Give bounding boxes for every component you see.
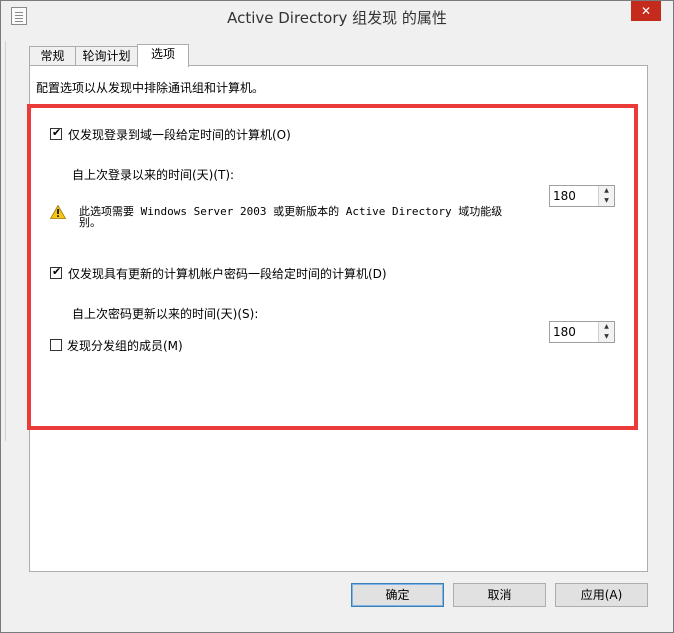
- spinner-buttons: ▲ ▼: [598, 322, 614, 342]
- logon-time-checkbox[interactable]: ✔: [50, 126, 62, 140]
- password-days-value[interactable]: 180: [553, 325, 576, 339]
- ok-button[interactable]: 确定: [351, 583, 444, 607]
- cancel-button[interactable]: 取消: [453, 583, 546, 607]
- checkmark-icon: ✔: [52, 126, 62, 139]
- close-button[interactable]: ✕: [631, 1, 661, 21]
- warning-icon: [50, 205, 66, 219]
- close-icon: ✕: [640, 4, 652, 18]
- logon-time-label[interactable]: 仅发现登录到域一段给定时间的计算机(O): [68, 126, 291, 143]
- logon-days-label: 自上次登录以来的时间(天)(T):: [72, 168, 235, 182]
- tab-polling-schedule[interactable]: 轮询计划: [75, 46, 138, 65]
- properties-dialog: Active Directory 组发现 的属性 ✕ 常规 轮询计划 选项 配置…: [0, 0, 674, 633]
- spin-down-button[interactable]: ▼: [599, 332, 614, 342]
- warning-text: 此选项需要 Windows Server 2003 或更新版本的 Active …: [79, 205, 503, 229]
- checkmark-icon: ✔: [52, 265, 62, 278]
- title-bar: Active Directory 组发现 的属性 ✕: [1, 1, 673, 31]
- password-days-spinner[interactable]: 180 ▲ ▼: [549, 321, 615, 343]
- apply-button[interactable]: 应用(A): [555, 583, 648, 607]
- spinner-buttons: ▲ ▼: [598, 186, 614, 206]
- password-time-label[interactable]: 仅发现具有更新的计算机帐户密码一段给定时间的计算机(D): [68, 265, 387, 282]
- window-title: Active Directory 组发现 的属性: [227, 9, 447, 27]
- tab-general[interactable]: 常规: [29, 46, 76, 65]
- background-window-edge: [1, 41, 6, 441]
- logon-days-spinner[interactable]: 180 ▲ ▼: [549, 185, 615, 207]
- logon-days-value[interactable]: 180: [553, 189, 576, 203]
- password-days-label: 自上次密码更新以来的时间(天)(S):: [72, 307, 259, 321]
- options-panel: 配置选项以从发现中排除通讯组和计算机。 ✔ 仅发现登录到域一段给定时间的计算机(…: [27, 65, 648, 572]
- tab-options[interactable]: 选项: [137, 44, 189, 67]
- spin-down-button[interactable]: ▼: [599, 196, 614, 206]
- password-time-checkbox[interactable]: ✔: [50, 265, 62, 279]
- distribution-group-checkbox[interactable]: [50, 339, 62, 351]
- distribution-group-label[interactable]: 发现分发组的成员(M): [67, 337, 183, 354]
- intro-text: 配置选项以从发现中排除通讯组和计算机。: [36, 81, 265, 95]
